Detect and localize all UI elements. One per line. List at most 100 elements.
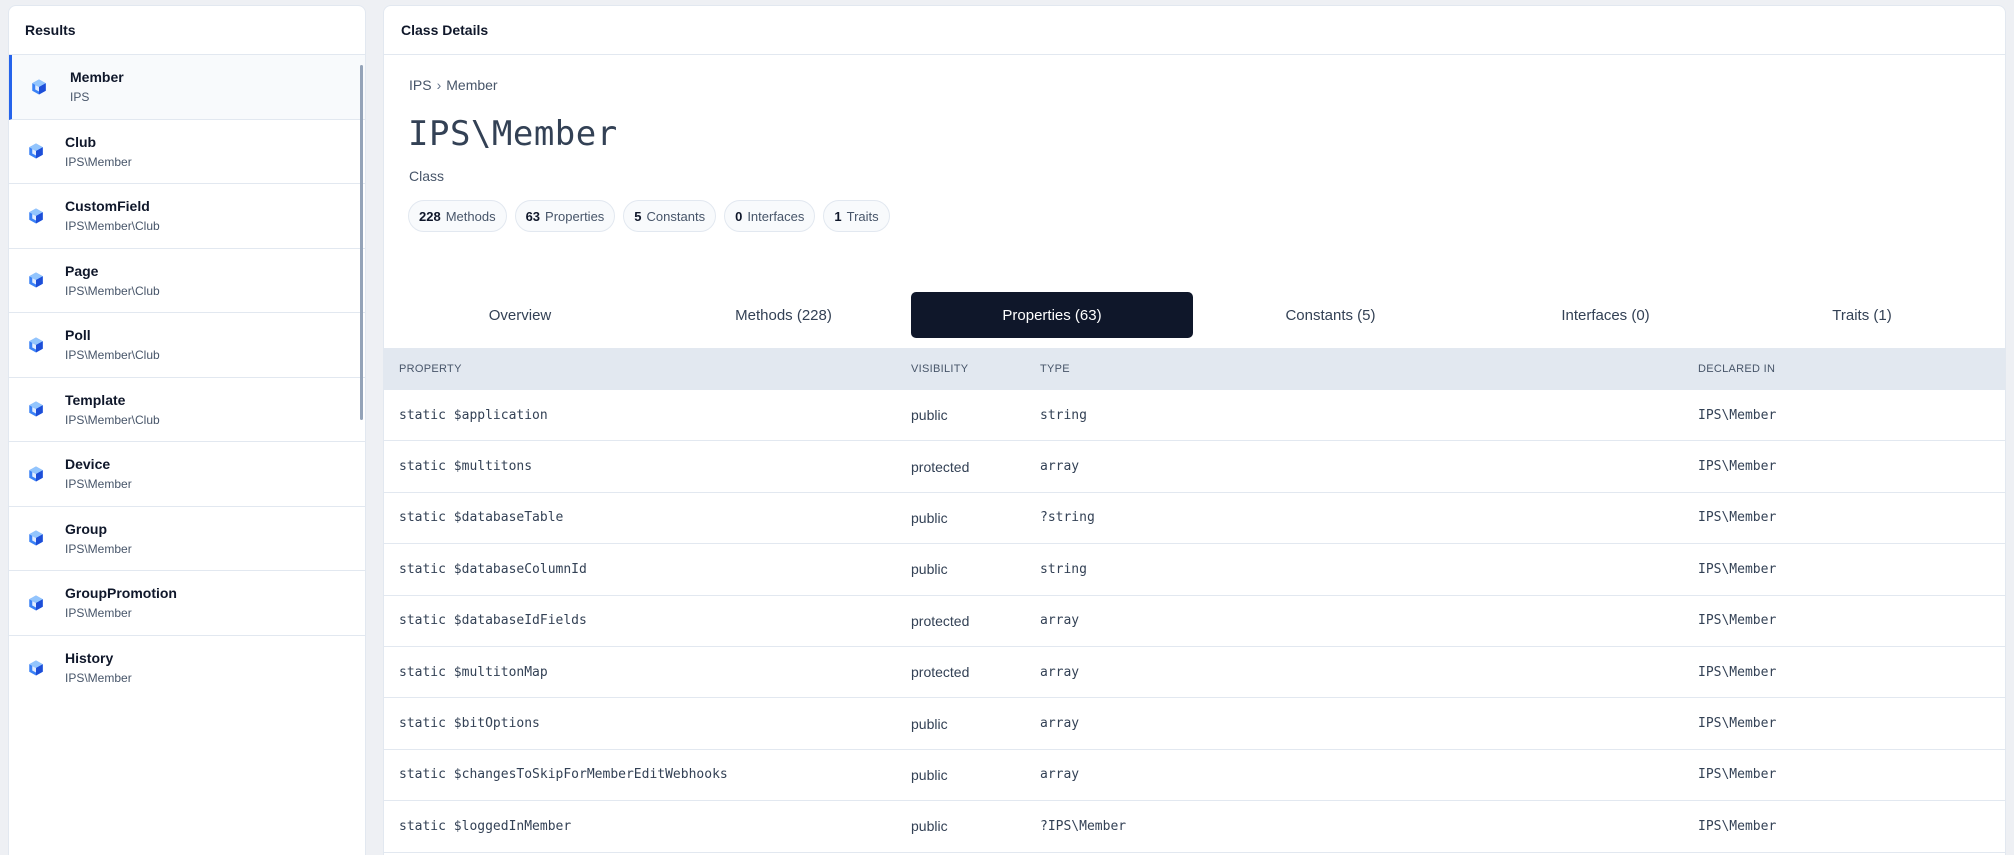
badge-count: 0: [735, 208, 743, 224]
property-type: array: [1040, 613, 1080, 629]
property-type: array: [1040, 716, 1080, 732]
column-header-declared-in[interactable]: DECLARED IN: [1698, 363, 1775, 375]
result-title: Member: [70, 69, 124, 86]
property-name: static $loggedInMember: [399, 818, 572, 834]
properties-table: PROPERTY VISIBILITY TYPE DECLARED IN sta…: [384, 348, 2005, 853]
property-type: string: [1040, 407, 1087, 423]
results-panel: Results Member IPS Club IPS\Member CustomF…: [8, 5, 366, 855]
results-scrollbar[interactable]: [360, 65, 363, 420]
cube-icon: [29, 143, 43, 159]
table-row[interactable]: static $multitons protected array IPS\Me…: [384, 441, 2005, 493]
result-title: Group: [65, 520, 107, 537]
result-title: Club: [65, 133, 97, 150]
column-header-type[interactable]: TYPE: [1040, 363, 1070, 375]
table-row[interactable]: static $application public string IPS\Me…: [384, 390, 2005, 442]
property-declared-in: IPS\Member: [1698, 664, 1777, 680]
property-name: static $multitons: [399, 459, 533, 475]
result-namespace: IPS\Member: [65, 671, 132, 685]
result-namespace: IPS\Member: [65, 541, 132, 556]
result-item[interactable]: Template IPS\Member\Club: [9, 378, 365, 442]
breadcrumb-root[interactable]: IPS: [409, 77, 432, 93]
property-visibility: public: [911, 509, 948, 526]
table-row[interactable]: static $loggedInMember public ?IPS\Membe…: [384, 801, 2005, 853]
column-header-property[interactable]: PROPERTY: [399, 363, 462, 375]
result-title: History: [65, 650, 114, 667]
result-title: Poll: [65, 327, 91, 344]
result-item[interactable]: Device IPS\Member: [9, 442, 365, 507]
result-item[interactable]: Poll IPS\Member\Club: [9, 313, 365, 378]
cube-icon: [29, 530, 43, 546]
breadcrumb-separator: ›: [436, 77, 442, 93]
breadcrumb: IPS › Member: [409, 77, 498, 93]
results-list[interactable]: Member IPS Club IPS\Member CustomField IPS\…: [9, 55, 365, 685]
tab-traits[interactable]: Traits (1): [1743, 292, 1981, 338]
badge-label: Methods: [445, 208, 496, 224]
result-item[interactable]: Club IPS\Member: [9, 120, 365, 184]
tab-interfaces[interactable]: Interfaces (0): [1468, 292, 1743, 338]
property-name: static $databaseIdFields: [399, 613, 587, 629]
result-item[interactable]: Member IPS: [9, 55, 365, 120]
cube-icon: [29, 401, 43, 417]
detail-tabs: Overview Methods (228) Properties (63) C…: [384, 292, 2005, 338]
property-type: ?IPS\Member: [1040, 818, 1127, 834]
badge-label: Constants: [646, 208, 706, 224]
interfaces-count-badge: 0 Interfaces: [724, 200, 816, 232]
cube-icon: [29, 337, 43, 353]
tab-constants[interactable]: Constants (5): [1193, 292, 1468, 338]
result-namespace: IPS\Member\Club: [65, 412, 160, 427]
table-row[interactable]: static $multitonMap protected array IPS\…: [384, 647, 2005, 699]
methods-count-badge: 228 Methods: [408, 200, 507, 232]
property-declared-in: IPS\Member: [1698, 561, 1777, 577]
result-namespace: IPS\Member: [65, 477, 132, 492]
property-declared-in: IPS\Member: [1698, 767, 1777, 783]
table-row[interactable]: static $databaseTable public ?string IPS…: [384, 493, 2005, 545]
table-row[interactable]: static $changesToSkipForMemberEditWebhoo…: [384, 750, 2005, 802]
property-type: ?string: [1040, 510, 1095, 526]
result-item[interactable]: GroupPromotion IPS\Member: [9, 571, 365, 636]
property-visibility: protected: [911, 612, 970, 629]
class-details-panel: Class Details IPS › Member IPS\Member Cl…: [383, 5, 2006, 855]
result-namespace: IPS\Member\Club: [65, 219, 160, 234]
badge-label: Traits: [846, 208, 879, 224]
cube-icon: [29, 272, 43, 288]
column-header-visibility[interactable]: VISIBILITY: [911, 363, 968, 375]
tab-methods[interactable]: Methods (228): [656, 292, 911, 338]
stats-badges: 228 Methods 63 Properties 5 Constants 0 Inte…: [408, 200, 890, 232]
property-visibility: protected: [911, 664, 970, 681]
class-kind: Class: [409, 168, 445, 184]
result-namespace: IPS\Member: [65, 154, 132, 169]
property-name: static $databaseColumnId: [399, 561, 587, 577]
property-type: array: [1040, 767, 1080, 783]
property-name: static $changesToSkipForMemberEditWebhoo…: [399, 767, 728, 783]
property-visibility: public: [911, 561, 948, 578]
badge-count: 228: [419, 208, 441, 224]
tab-properties[interactable]: Properties (63): [911, 292, 1193, 338]
property-name: static $bitOptions: [399, 716, 540, 732]
result-title: Template: [65, 391, 126, 408]
result-item[interactable]: History IPS\Member: [9, 636, 365, 685]
result-item[interactable]: CustomField IPS\Member\Club: [9, 184, 365, 249]
badge-label: Interfaces: [747, 208, 805, 224]
property-declared-in: IPS\Member: [1698, 716, 1777, 732]
property-type: string: [1040, 561, 1087, 577]
results-title: Results: [9, 6, 365, 55]
traits-count-badge: 1 Traits: [823, 200, 890, 232]
property-visibility: public: [911, 766, 948, 783]
tab-overview[interactable]: Overview: [384, 292, 656, 338]
table-row[interactable]: static $bitOptions public array IPS\Memb…: [384, 698, 2005, 750]
table-row[interactable]: static $databaseColumnId public string I…: [384, 544, 2005, 596]
result-title: Page: [65, 262, 99, 279]
properties-count-badge: 63 Properties: [514, 200, 616, 232]
result-item[interactable]: Group IPS\Member: [9, 507, 365, 571]
badge-count: 5: [634, 208, 642, 224]
cube-icon: [29, 595, 43, 611]
table-row[interactable]: static $databaseIdFields protected array…: [384, 596, 2005, 647]
property-declared-in: IPS\Member: [1698, 407, 1777, 423]
table-header: PROPERTY VISIBILITY TYPE DECLARED IN: [384, 348, 2005, 390]
result-title: GroupPromotion: [65, 585, 177, 602]
result-title: Device: [65, 456, 111, 473]
cube-icon: [29, 660, 43, 676]
property-declared-in: IPS\Member: [1698, 510, 1777, 526]
result-item[interactable]: Page IPS\Member\Club: [9, 249, 365, 313]
constants-count-badge: 5 Constants: [623, 200, 717, 232]
